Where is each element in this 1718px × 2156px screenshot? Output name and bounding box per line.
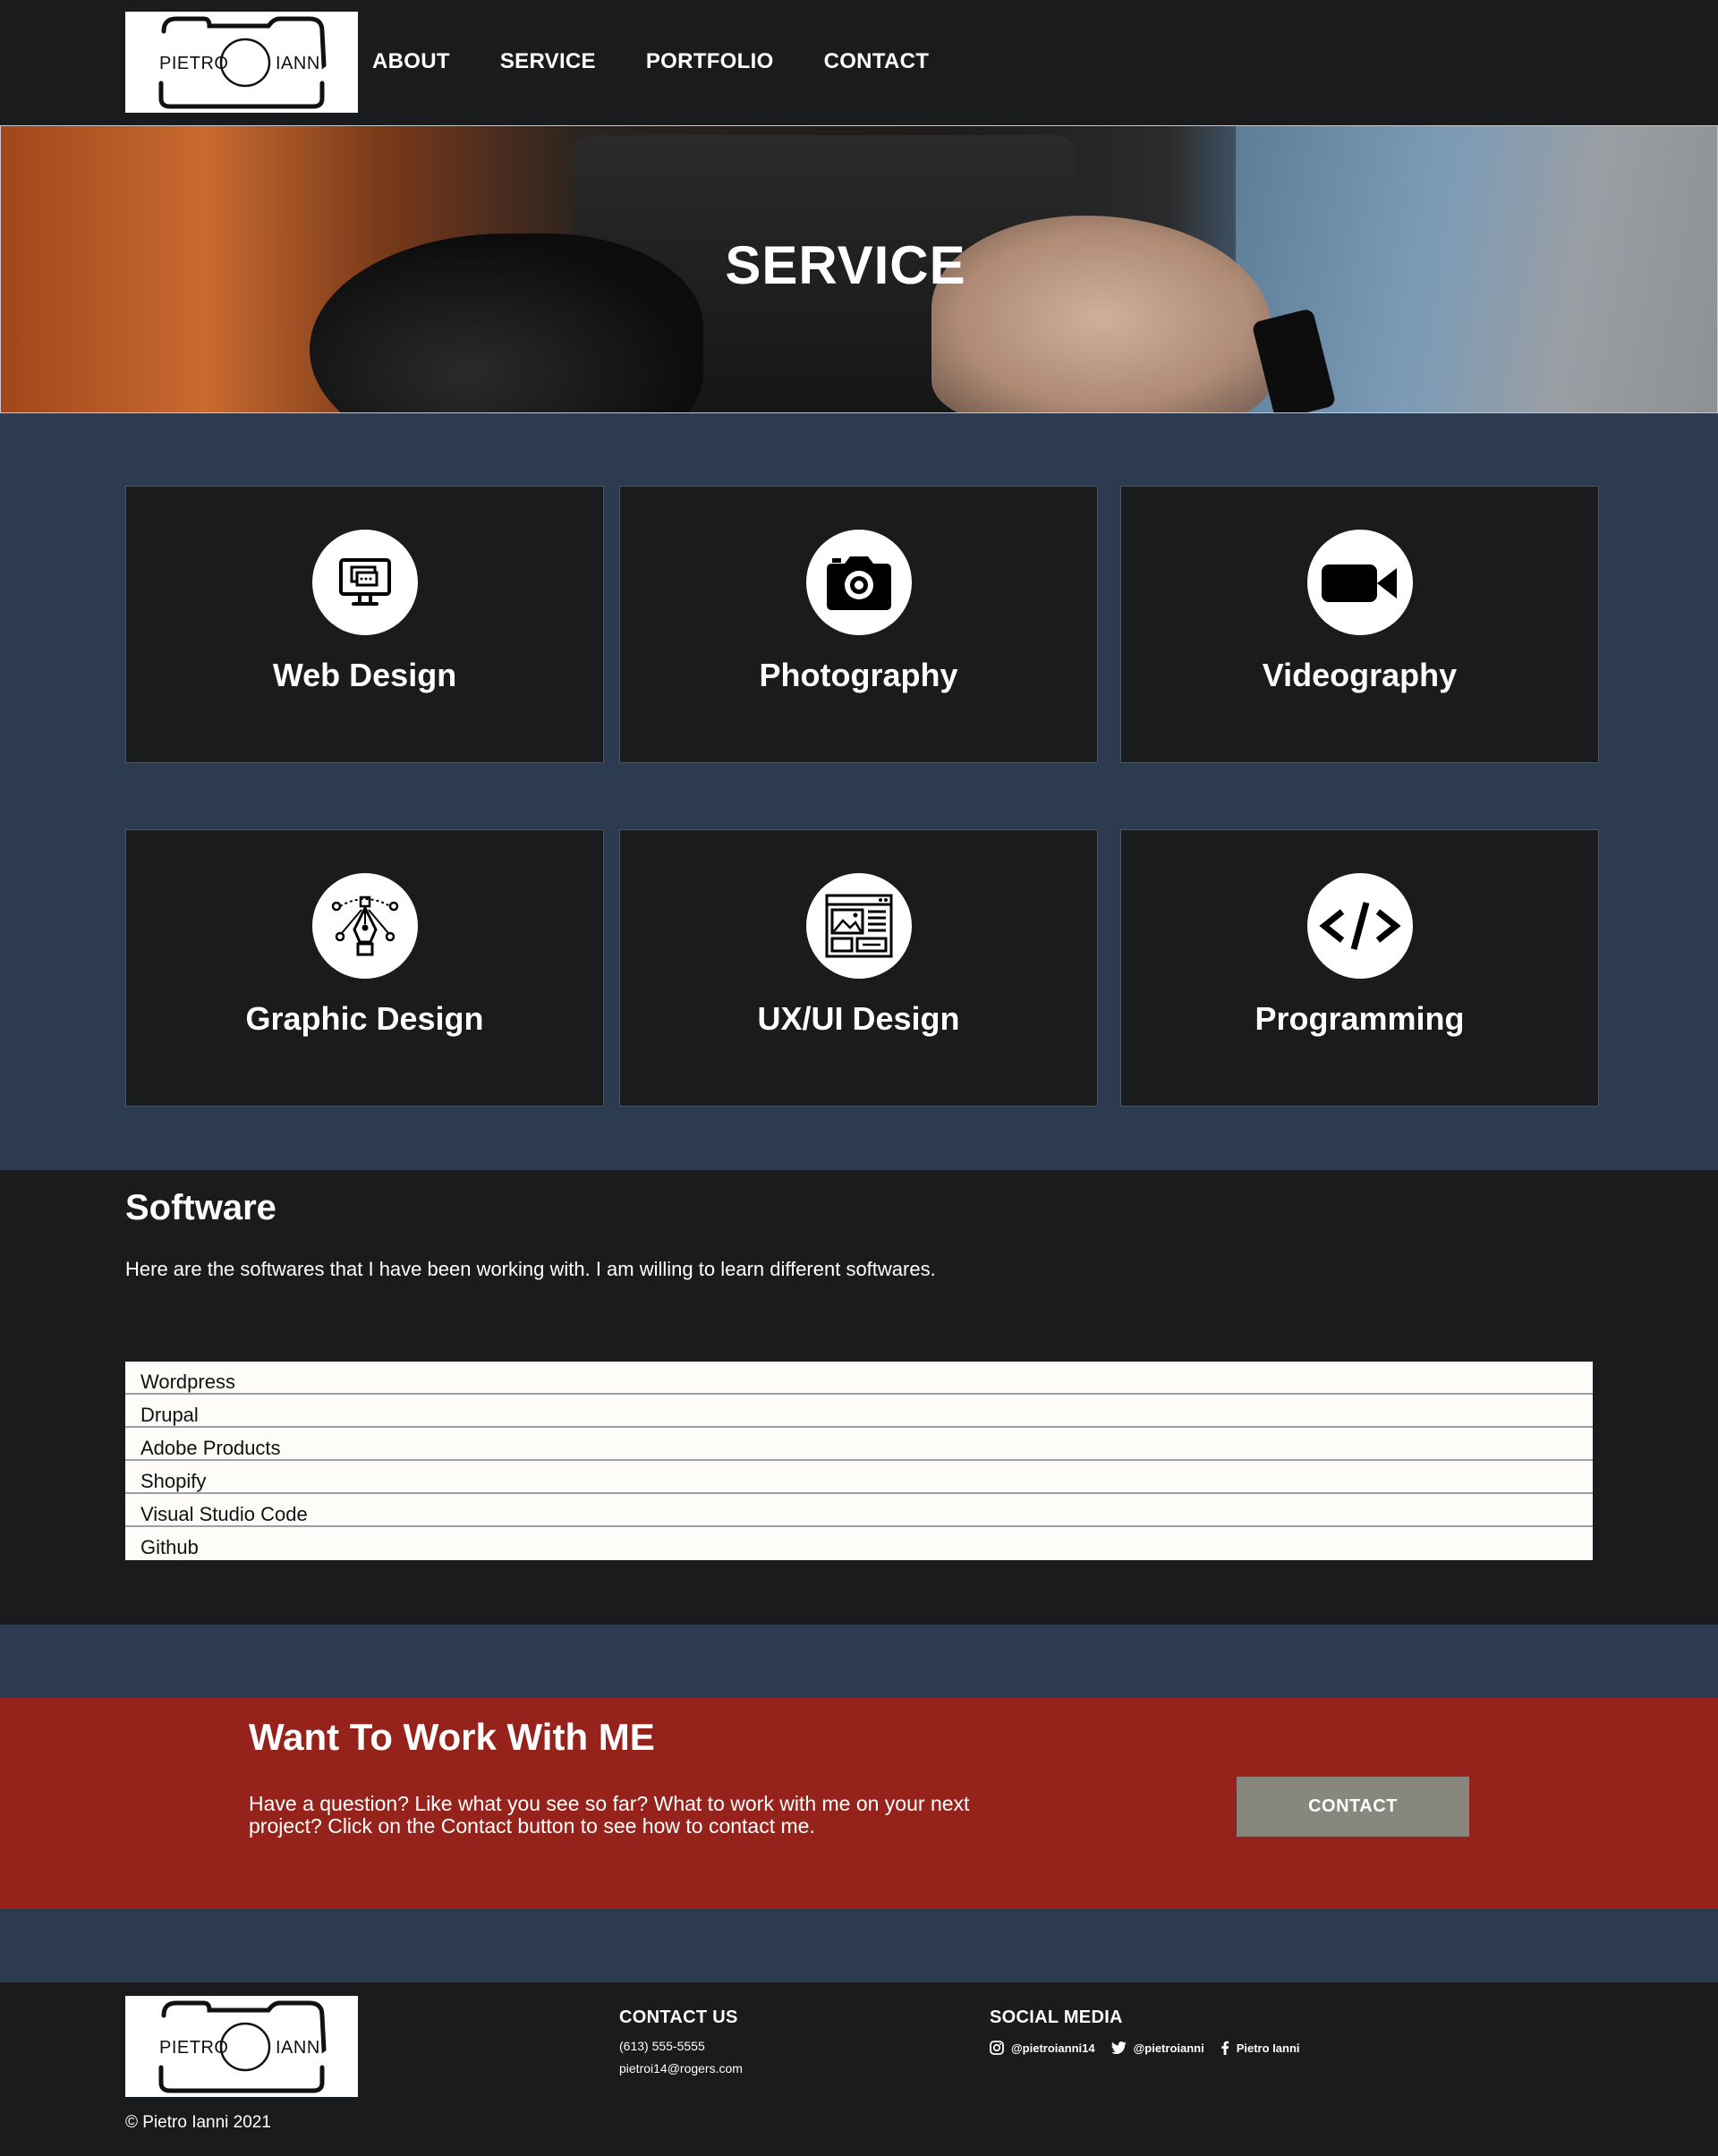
service-icon-circle	[311, 873, 418, 979]
software-title: Software	[125, 1188, 276, 1227]
contact-email[interactable]: pietroi14@rogers.com	[619, 2061, 743, 2075]
social-links: @pietroianni14 @pietroianni Pietro Ianni	[990, 2041, 1316, 2055]
facebook-link[interactable]: Pietro Ianni	[1220, 2041, 1300, 2055]
video-camera-icon	[1321, 564, 1397, 602]
logo-text-left: PIETRO	[159, 2038, 229, 2058]
service-card-graphic-design[interactable]: Graphic Design	[125, 829, 604, 1107]
services-section: Web Design Photography Videography Graph…	[0, 413, 1718, 1170]
instagram-icon	[990, 2041, 1004, 2055]
camera-icon	[826, 556, 891, 610]
footer-logo[interactable]: PIETRO IANNI	[125, 1996, 358, 2097]
nav-contact[interactable]: CONTACT	[824, 49, 930, 74]
facebook-name: Pietro Ianni	[1236, 2041, 1300, 2055]
software-description: Here are the softwares that I have been …	[125, 1258, 936, 1280]
instagram-link[interactable]: @pietroianni14	[990, 2041, 1095, 2055]
service-label: Web Design	[272, 657, 457, 693]
section-divider	[0, 1625, 1718, 1698]
monitor-icon	[338, 558, 391, 606]
service-icon-circle	[311, 530, 418, 635]
code-icon	[1318, 902, 1401, 950]
service-label: Videography	[1262, 657, 1458, 693]
list-item: Drupal	[125, 1395, 1593, 1428]
twitter-icon	[1110, 2041, 1127, 2054]
software-section: Software Here are the softwares that I h…	[0, 1170, 1718, 1625]
list-item: Visual Studio Code	[125, 1494, 1593, 1527]
contact-us-title: CONTACT US	[619, 2007, 738, 2027]
nav-service[interactable]: SERVICE	[500, 49, 596, 74]
service-label: UX/UI Design	[757, 1000, 960, 1037]
list-item: Adobe Products	[125, 1428, 1593, 1461]
list-item: Shopify	[125, 1461, 1593, 1494]
service-icon-circle	[1306, 873, 1413, 979]
contact-phone[interactable]: (613) 555-5555	[619, 2039, 705, 2053]
service-card-web-design[interactable]: Web Design	[125, 486, 604, 763]
instagram-handle: @pietroianni14	[1011, 2041, 1095, 2055]
twitter-handle: @pietroianni	[1133, 2041, 1204, 2055]
service-icon-circle	[805, 873, 912, 979]
contact-button[interactable]: CONTACT	[1237, 1777, 1469, 1837]
twitter-link[interactable]: @pietroianni	[1110, 2041, 1204, 2055]
cta-title: Want To Work With ME	[249, 1716, 655, 1758]
service-icon-circle	[1306, 530, 1413, 635]
list-item: Wordpress	[125, 1362, 1593, 1395]
social-media-title: SOCIAL MEDIA	[990, 2007, 1123, 2027]
wireframe-icon	[825, 894, 892, 958]
nav-portfolio[interactable]: PORTFOLIO	[646, 49, 774, 74]
service-label: Graphic Design	[245, 1000, 484, 1037]
service-card-photography[interactable]: Photography	[619, 486, 1098, 763]
service-label: Photography	[759, 657, 958, 693]
facebook-icon	[1221, 2041, 1229, 2055]
logo-text-right: IANNI	[276, 2038, 326, 2058]
logo-text-right: IANNI	[276, 54, 326, 73]
service-card-videography[interactable]: Videography	[1120, 486, 1599, 763]
nav-about[interactable]: ABOUT	[372, 49, 450, 74]
main-nav: ABOUT SERVICE PORTFOLIO CONTACT	[372, 49, 979, 74]
pen-tool-icon	[331, 896, 398, 956]
site-header: PIETRO IANNI ABOUT SERVICE PORTFOLIO CON…	[0, 0, 1718, 125]
service-label: Programming	[1254, 1000, 1465, 1037]
section-divider	[0, 1909, 1718, 1982]
site-footer: PIETRO IANNI © Pietro Ianni 2021 CONTACT…	[0, 1982, 1718, 2156]
cta-text: Have a question? Like what you see so fa…	[249, 1792, 970, 1838]
copyright-text: © Pietro Ianni 2021	[125, 2113, 271, 2132]
service-card-programming[interactable]: Programming	[1120, 829, 1599, 1107]
cta-section: Want To Work With ME Have a question? Li…	[0, 1698, 1718, 1909]
service-card-ux-ui-design[interactable]: UX/UI Design	[619, 829, 1098, 1107]
service-icon-circle	[805, 530, 912, 635]
hero-title: SERVICE	[725, 235, 966, 295]
logo-text-left: PIETRO	[159, 54, 229, 73]
site-logo[interactable]: PIETRO IANNI	[125, 12, 358, 113]
software-list: Wordpress Drupal Adobe Products Shopify …	[125, 1362, 1593, 1560]
list-item: Github	[125, 1527, 1593, 1560]
